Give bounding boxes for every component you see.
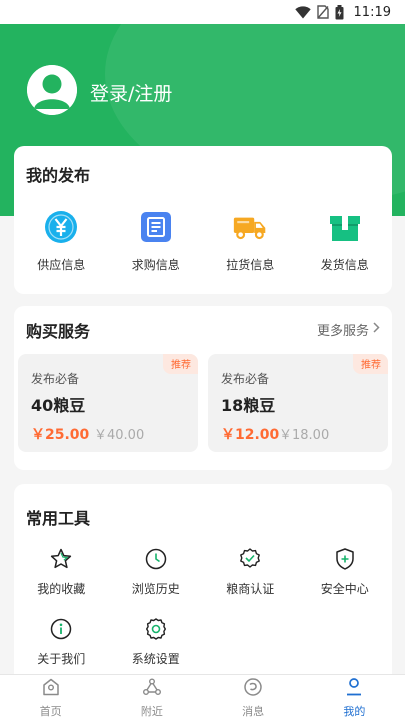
- publish-freight-label: 拉货信息: [226, 258, 275, 272]
- clock-icon: [143, 546, 169, 572]
- battery-icon: [335, 4, 344, 20]
- tool-history-label: 浏览历史: [131, 582, 180, 596]
- publish-supply-info[interactable]: 供应信息: [14, 208, 109, 273]
- tool-favorites[interactable]: 我的收藏: [14, 546, 109, 597]
- package-name: 40粮豆: [31, 396, 86, 415]
- tool-security-label: 安全中心: [320, 582, 369, 596]
- nearby-nodes-icon: [142, 677, 162, 701]
- common-tools-card: 常用工具 我的收藏 浏览历史 粮商认证 安全中心 关于我们 系统设置: [14, 484, 392, 684]
- tab-mine[interactable]: 我的: [304, 675, 405, 720]
- package-card-18[interactable]: 推荐 发布必备 18粮豆 ￥12.00 ￥18.00: [208, 354, 388, 452]
- tab-home-label: 首页: [39, 704, 62, 718]
- yen-coin-icon: [44, 210, 78, 244]
- buy-service-title: 购买服务: [26, 322, 91, 341]
- tool-favorites-label: 我的收藏: [37, 582, 86, 596]
- verified-badge-icon: [237, 546, 263, 572]
- publish-purchase-label: 求购信息: [131, 258, 180, 272]
- status-time: 11:19: [353, 4, 391, 20]
- info-icon: [48, 616, 74, 642]
- package-price: ￥12.00: [221, 427, 280, 443]
- home-icon: [41, 677, 61, 701]
- tool-settings-label: 系统设置: [131, 652, 180, 666]
- truck-icon: [233, 210, 267, 244]
- package-name: 18粮豆: [221, 396, 276, 415]
- tab-messages[interactable]: 消息: [203, 675, 304, 720]
- package-box-icon: [328, 210, 362, 244]
- tool-about-label: 关于我们: [37, 652, 86, 666]
- package-card-40[interactable]: 推荐 发布必备 40粮豆 ￥25.00 ￥40.00: [18, 354, 198, 452]
- status-bar: 11:19: [0, 0, 405, 24]
- message-icon: [243, 677, 263, 701]
- login-register-link[interactable]: 登录/注册: [90, 79, 172, 106]
- default-avatar-icon: [27, 65, 77, 115]
- publish-shipping-info[interactable]: 发货信息: [298, 208, 393, 273]
- profile-icon: [344, 677, 364, 701]
- tool-system-settings[interactable]: 系统设置: [109, 616, 204, 667]
- package-original-price: ￥18.00: [279, 428, 330, 443]
- settings-gear-icon: [143, 616, 169, 642]
- tab-nearby-label: 附近: [140, 704, 163, 718]
- tool-security-center[interactable]: 安全中心: [298, 546, 393, 597]
- publish-shipping-label: 发货信息: [320, 258, 369, 272]
- common-tools-title: 常用工具: [26, 509, 91, 528]
- star-icon: [48, 546, 74, 572]
- tool-certification-label: 粮商认证: [226, 582, 275, 596]
- document-list-icon: [139, 210, 173, 244]
- tab-mine-label: 我的: [343, 704, 366, 718]
- tab-nearby[interactable]: 附近: [101, 675, 202, 720]
- more-services-link[interactable]: 更多服务: [317, 320, 380, 339]
- avatar[interactable]: [27, 65, 77, 115]
- shield-plus-icon: [332, 546, 358, 572]
- tab-home[interactable]: 首页: [0, 675, 101, 720]
- package-subtitle: 发布必备: [221, 372, 270, 386]
- more-services-label: 更多服务: [316, 324, 369, 339]
- publish-freight-info[interactable]: 拉货信息: [203, 208, 298, 273]
- chevron-right-icon: [373, 322, 380, 337]
- tool-merchant-certification[interactable]: 粮商认证: [203, 546, 298, 597]
- my-publish-card: 我的发布 供应信息 求购信息 拉货信息 发货信息: [14, 146, 392, 294]
- no-sim-icon: [316, 5, 329, 19]
- recommend-badge: 推荐: [353, 354, 388, 374]
- package-original-price: ￥40.00: [94, 428, 145, 443]
- package-subtitle: 发布必备: [31, 372, 80, 386]
- buy-service-card: 购买服务 更多服务 推荐 发布必备 40粮豆 ￥25.00 ￥40.00 推荐 …: [14, 306, 392, 470]
- publish-purchase-info[interactable]: 求购信息: [109, 208, 204, 273]
- tool-browse-history[interactable]: 浏览历史: [109, 546, 204, 597]
- recommend-badge: 推荐: [163, 354, 198, 374]
- publish-supply-label: 供应信息: [37, 258, 86, 272]
- my-publish-title: 我的发布: [26, 166, 91, 185]
- wifi-icon: [294, 5, 311, 19]
- bottom-tab-bar: 首页 附近 消息 我的: [0, 674, 405, 720]
- package-price: ￥25.00: [31, 427, 90, 443]
- tool-about-us[interactable]: 关于我们: [14, 616, 109, 667]
- tab-messages-label: 消息: [242, 704, 265, 718]
